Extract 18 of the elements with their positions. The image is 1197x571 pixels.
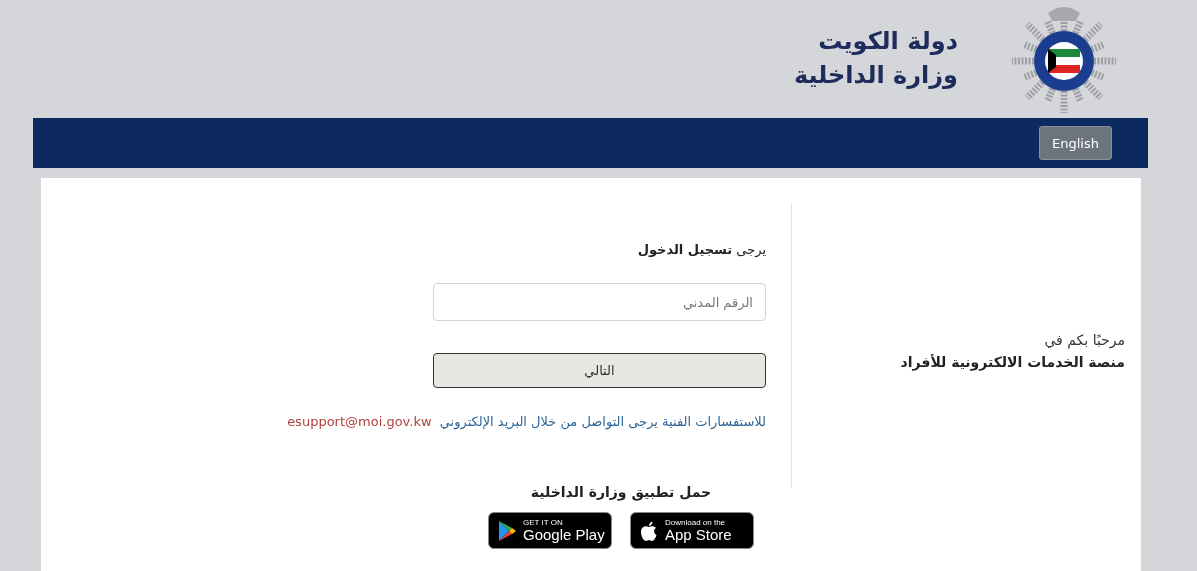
next-button[interactable]: التالي xyxy=(433,353,766,388)
email-link[interactable]: esupport@moi.gov.kw xyxy=(287,414,432,429)
apple-icon xyxy=(639,519,659,542)
ministry-title: وزارة الداخلية xyxy=(793,62,958,90)
store-name: App Store xyxy=(665,527,732,542)
download-heading: حمل تطبيق وزارة الداخلية xyxy=(530,484,712,500)
language-button[interactable]: English xyxy=(1039,126,1112,160)
store-badge[interactable]: Download on the App Store xyxy=(630,512,754,549)
store-badge[interactable]: GET IT ON Google Play xyxy=(488,512,612,549)
platform-title: منصة الخدمات الالكترونية للأفراد xyxy=(899,353,1125,370)
badge-caption: GET IT ON xyxy=(523,519,564,527)
store-name: Google Play xyxy=(523,527,605,542)
badge-caption: Download on the xyxy=(665,519,727,527)
country-title: دولة الكويت xyxy=(818,28,958,56)
welcome-text: مرحبًا بكم في xyxy=(1043,331,1125,348)
play-store-icon xyxy=(497,519,517,542)
civil-id-field[interactable]: الرقم المدني xyxy=(433,283,766,321)
login-heading: يرجى تسجيل الدخول xyxy=(636,242,766,257)
